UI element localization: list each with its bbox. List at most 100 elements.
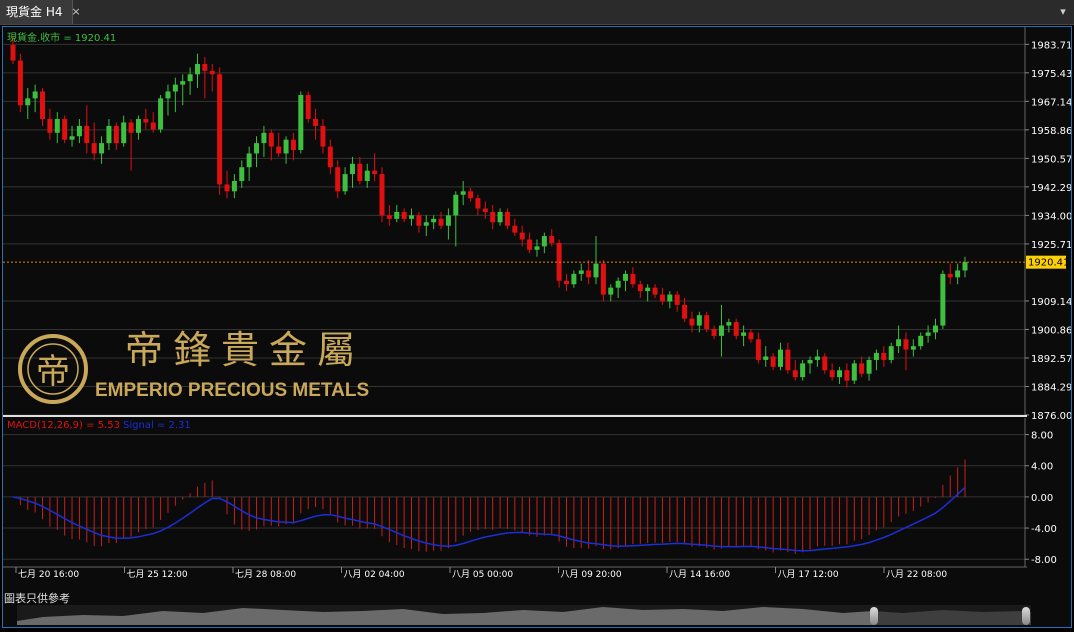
close-icon[interactable]: × [66,0,86,24]
time-tick-label: 八月 09 20:00 [561,569,622,580]
signal-label: Signal = 2.31 [123,420,191,431]
candle-body [468,191,474,199]
candle-body [342,174,348,192]
candle-body [423,222,429,226]
candle-body [755,339,761,360]
candle-body [932,325,938,333]
candle-body [276,146,282,154]
candle-body [896,339,902,347]
chart-background [3,27,1071,627]
candle-body [313,119,319,126]
candle-body [128,122,134,133]
macd-tick-label: 4.00 [1031,462,1053,473]
navigator-right-handle[interactable] [1022,607,1030,625]
macd-tick-label: -4.00 [1031,524,1057,535]
candle-body [180,81,186,85]
chart-canvas[interactable]: 1983.71 1975.43 1967.14 1958.86 1950.57 1942.… [3,27,1071,627]
candle-body [372,170,378,175]
candle-body [600,263,606,295]
candle-body [578,270,584,274]
candle-body [305,94,311,120]
navigator-left-handle[interactable] [870,607,878,625]
candle-body [534,246,540,250]
candle-body [47,119,53,133]
candle-body [770,356,776,367]
candle-body [394,211,400,219]
chart-tab[interactable]: 現貨金 H4 [0,0,74,24]
logo-emblem: 帝 [36,352,70,392]
candle-body [778,349,784,367]
candle-body [187,74,193,82]
candle-body [290,139,296,151]
candle-body [962,262,968,271]
time-tick-label: 七月 25 12:00 [127,569,188,580]
candle-body [955,270,961,278]
candle-body [209,70,215,75]
chevron-down-icon[interactable]: ▾ [1056,2,1070,22]
candle-body [84,125,90,144]
candle-body [497,211,503,223]
candle-body [807,359,813,364]
candle-body [453,194,459,216]
candle-body [150,122,156,130]
candle-body [608,287,614,295]
candle-body [910,346,916,350]
macd-tick-label: 8.00 [1031,431,1053,442]
candle-body [91,143,97,154]
candle-body [667,294,673,302]
price-tick-label: 1876.00 [1031,411,1071,422]
candle-body [490,211,496,223]
price-tick-label: 1934.00 [1031,211,1071,222]
candle-body [121,122,127,144]
candle-body [637,284,643,292]
candle-body [283,139,289,154]
candle-body [202,63,208,71]
candle-body [844,370,850,381]
time-tick-label: 八月 14 16:00 [669,569,730,580]
candle-body [431,218,437,223]
candle-body [409,215,415,219]
candle-body [748,332,754,340]
candle-body [586,270,592,278]
candle-body [246,153,252,168]
time-tick-label: 八月 22 08:00 [886,569,947,580]
time-tick-label: 七月 20 16:00 [18,569,79,580]
candle-body [741,332,747,336]
candle-body [704,315,710,329]
time-tick-label: 八月 02 04:00 [344,569,405,580]
candle-body [62,119,68,140]
candle-body [482,208,488,212]
candle-body [873,353,879,360]
candle-body [99,143,105,154]
candle-body [947,273,953,278]
candle-body [718,325,724,336]
candle-body [254,143,260,154]
candle-body [866,359,872,374]
candle-body [837,370,843,378]
candle-body [172,84,178,92]
candle-body [940,273,946,326]
candle-body [630,273,636,285]
candle-body [357,163,363,181]
candle-body [268,132,274,147]
current-price-value: 1920.41 [1028,258,1069,269]
candle-body [615,280,621,288]
candle-body [10,45,16,61]
time-tick-label: 八月 05 00:00 [452,569,513,580]
candle-body [571,273,577,285]
chart-frame: 1983.71 1975.43 1967.14 1958.86 1950.57 1942.… [2,26,1072,628]
candle-body [696,315,702,326]
candle-body [217,74,223,185]
candle-body [851,363,857,381]
candle-body [460,191,466,195]
candle-body [143,119,149,123]
candle-body [54,119,60,133]
candle-body [549,236,555,243]
candle-body [17,60,23,106]
candle-body [32,91,38,99]
logo-chinese-name: 帝鋒貴金屬 [125,328,365,372]
candle-body [593,263,599,278]
candle-body [231,180,237,192]
candle-body [674,294,680,305]
candle-body [918,335,924,347]
